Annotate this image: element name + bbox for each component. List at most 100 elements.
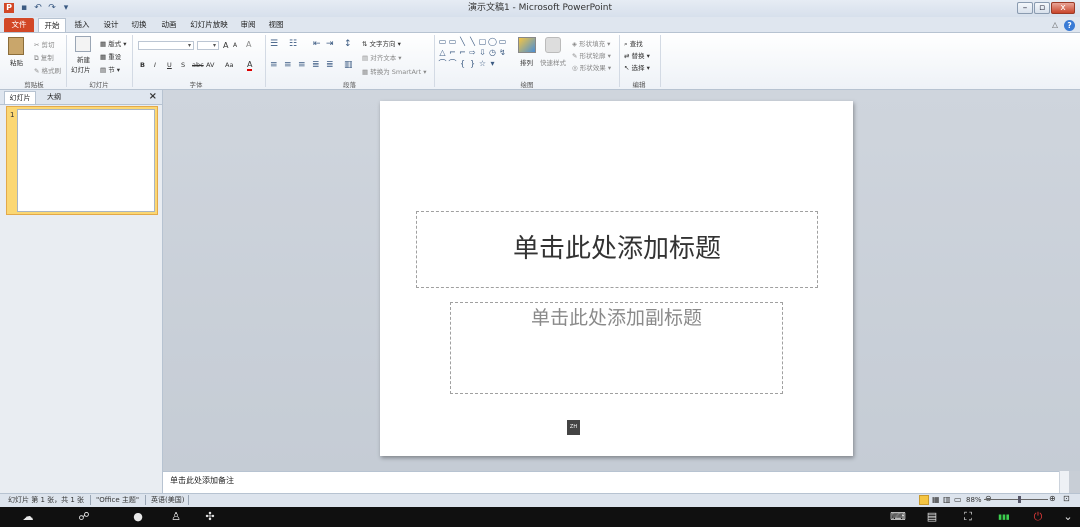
shape-item[interactable]: ⌒ bbox=[438, 59, 447, 68]
restore-button[interactable]: ▫ bbox=[1034, 2, 1050, 14]
fullscreen-icon[interactable]: ⛶ bbox=[960, 509, 976, 525]
keyboard-alt-icon[interactable]: ▤ bbox=[924, 509, 940, 525]
shape-item[interactable]: ⌐ bbox=[448, 48, 457, 57]
shape-item[interactable]: ⇩ bbox=[478, 48, 487, 57]
increase-indent-icon[interactable]: ⇥ bbox=[326, 39, 334, 49]
shape-outline-button[interactable]: ✎ 形状轮廓 ▾ bbox=[572, 50, 611, 60]
tab-design[interactable]: 设计 bbox=[99, 18, 123, 32]
input-method-badge[interactable]: ZH bbox=[567, 420, 580, 435]
layout-button[interactable]: ▦ 版式 ▾ bbox=[100, 38, 127, 48]
strikethrough-button[interactable]: abc bbox=[192, 61, 204, 69]
cloud-icon[interactable]: ☁ bbox=[20, 509, 36, 525]
numbering-icon[interactable]: ☷ bbox=[289, 39, 297, 49]
paste-button[interactable]: 粘贴 bbox=[10, 57, 23, 67]
grow-font-button[interactable]: A bbox=[223, 41, 228, 50]
chat-icon[interactable]: ☍ bbox=[76, 509, 92, 525]
tab-insert[interactable]: 插入 bbox=[70, 18, 94, 32]
new-slide-button[interactable]: 幻灯片 bbox=[71, 64, 91, 74]
tab-review[interactable]: 审阅 bbox=[236, 18, 260, 32]
tab-file[interactable]: 文件 bbox=[4, 18, 34, 32]
minimize-button[interactable]: – bbox=[1017, 2, 1033, 14]
notes-scrollbar[interactable] bbox=[1059, 471, 1069, 493]
slide-sorter-view-icon[interactable]: ▦ bbox=[932, 495, 940, 505]
select-button[interactable]: ↖ 选择 ▾ bbox=[624, 62, 650, 72]
align-left-icon[interactable]: ≡ bbox=[270, 60, 278, 70]
convert-smartart-button[interactable]: ▦ 转换为 SmartArt ▾ bbox=[362, 66, 426, 76]
shrink-font-button[interactable]: A bbox=[233, 42, 237, 49]
decrease-indent-icon[interactable]: ⇤ bbox=[313, 39, 321, 49]
bold-button[interactable]: B bbox=[140, 61, 145, 69]
cut-button[interactable]: ✂ 剪切 bbox=[34, 39, 55, 49]
tab-home[interactable]: 开始 bbox=[38, 18, 66, 32]
shape-item[interactable]: ⌒ bbox=[448, 59, 457, 68]
zoom-level[interactable]: 88% bbox=[966, 495, 982, 505]
align-center-icon[interactable]: ≡ bbox=[284, 60, 292, 70]
theme-status[interactable]: "Office 主题" bbox=[96, 495, 139, 505]
paste-icon[interactable] bbox=[8, 37, 24, 55]
help-icon[interactable]: ? bbox=[1064, 20, 1075, 31]
collapse-ribbon-icon[interactable]: △ bbox=[1050, 18, 1060, 32]
text-direction-button[interactable]: ⇅ 文字方向 ▾ bbox=[362, 38, 401, 48]
fit-to-window-icon[interactable]: ⊡ bbox=[1063, 494, 1070, 504]
shape-fill-button[interactable]: ◈ 形状填充 ▾ bbox=[572, 38, 610, 48]
language-status[interactable]: 英语(美国) bbox=[151, 495, 184, 505]
zoom-in-icon[interactable]: ⊕ bbox=[1049, 494, 1056, 504]
shape-item[interactable]: △ bbox=[438, 48, 447, 57]
normal-view-icon[interactable] bbox=[919, 495, 929, 505]
underline-button[interactable]: U bbox=[167, 61, 172, 69]
bullets-icon[interactable]: ☰ bbox=[270, 39, 278, 49]
user-icon[interactable]: ♙ bbox=[168, 509, 184, 525]
shape-item[interactable]: ↯ bbox=[498, 48, 507, 57]
keyboard-icon[interactable]: ⌨ bbox=[890, 509, 906, 525]
shape-item[interactable]: ╲ bbox=[458, 37, 467, 46]
line-spacing-icon[interactable]: ↕ bbox=[344, 39, 352, 49]
slideshow-view-icon[interactable]: ▭ bbox=[954, 495, 962, 505]
shape-effects-button[interactable]: ◎ 形状效果 ▾ bbox=[572, 62, 611, 72]
copy-button[interactable]: ⧉ 复制 bbox=[34, 52, 54, 63]
tab-animations[interactable]: 动画 bbox=[156, 18, 182, 32]
shape-item[interactable]: ⇨ bbox=[468, 48, 477, 57]
shape-item[interactable]: ╲ bbox=[468, 37, 477, 46]
shape-item[interactable]: ▭ bbox=[448, 37, 457, 46]
shape-item[interactable]: ▢ bbox=[478, 37, 487, 46]
reset-button[interactable]: ▦ 重设 bbox=[100, 51, 121, 61]
shape-item[interactable]: } bbox=[468, 59, 477, 68]
shape-item[interactable]: ▾ bbox=[488, 59, 497, 68]
justify-icon[interactable]: ≣ bbox=[312, 60, 320, 70]
reading-view-icon[interactable]: ▥ bbox=[943, 495, 951, 505]
settings-icon[interactable]: ✣ bbox=[202, 509, 218, 525]
find-button[interactable]: ⌕ 查找 bbox=[624, 38, 643, 49]
format-painter-button[interactable]: ✎ 格式刷 bbox=[34, 65, 61, 75]
tab-view[interactable]: 视图 bbox=[264, 18, 288, 32]
char-spacing-button[interactable]: AV bbox=[206, 61, 214, 69]
distributed-icon[interactable]: ≣ bbox=[326, 60, 334, 70]
zoom-slider-thumb[interactable] bbox=[1018, 496, 1021, 503]
shape-item[interactable]: ◷ bbox=[488, 48, 497, 57]
font-size-combo[interactable]: ▾ bbox=[197, 41, 219, 50]
info-icon[interactable]: ● bbox=[130, 509, 146, 525]
signal-icon[interactable]: ▮▮▮ bbox=[994, 509, 1014, 525]
font-name-combo[interactable]: ▾ bbox=[138, 41, 194, 50]
section-button[interactable]: ▤ 节 ▾ bbox=[100, 64, 120, 74]
change-case-button[interactable]: Aa bbox=[225, 61, 233, 69]
new-slide-icon[interactable] bbox=[75, 36, 91, 52]
arrange-icon[interactable] bbox=[518, 37, 536, 53]
shape-item[interactable]: { bbox=[458, 59, 467, 68]
font-color-button[interactable]: A bbox=[247, 60, 253, 71]
italic-button[interactable]: I bbox=[154, 61, 156, 69]
chevron-down-icon[interactable]: ⌄ bbox=[1060, 509, 1076, 525]
power-icon[interactable]: ⏻ bbox=[1030, 509, 1046, 525]
tab-outline-panel[interactable]: 大纲 bbox=[40, 91, 68, 104]
shape-item[interactable]: ▭ bbox=[438, 37, 447, 46]
tab-slideshow[interactable]: 幻灯片放映 bbox=[187, 18, 231, 32]
shapes-gallery[interactable]: ▭ ▭ ╲ ╲ ▢ ◯ ▭ △ ⌐ ⌐ ⇨ ⇩ ◷ ↯ ⌒ ⌒{} ☆ ▾ bbox=[438, 37, 508, 70]
notes-pane[interactable] bbox=[163, 471, 1068, 493]
quick-styles-icon[interactable] bbox=[545, 37, 561, 53]
columns-icon[interactable]: ▥ bbox=[344, 60, 353, 70]
shape-item[interactable]: ☆ bbox=[478, 59, 487, 68]
align-right-icon[interactable]: ≡ bbox=[298, 60, 306, 70]
arrange-button[interactable]: 排列 bbox=[520, 57, 533, 67]
slide-thumbnail[interactable] bbox=[17, 109, 155, 212]
align-text-button[interactable]: ▤ 对齐文本 ▾ bbox=[362, 52, 402, 62]
clear-formatting-button[interactable]: A bbox=[246, 40, 251, 49]
